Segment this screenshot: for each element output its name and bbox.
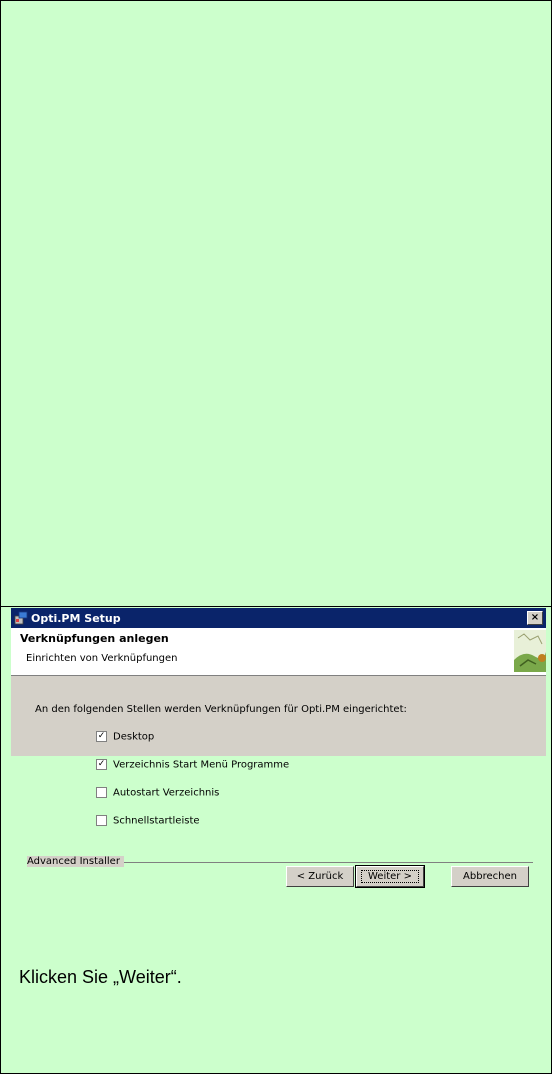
- option-label: Schnellstartleiste: [113, 815, 200, 827]
- checkbox-checked-icon[interactable]: ✓: [96, 759, 107, 770]
- window-title: Opti.PM Setup: [31, 612, 121, 625]
- banner-image-icon: [514, 630, 546, 672]
- page-frame: [0, 0, 552, 1074]
- next-button-label: Weiter >: [361, 870, 419, 883]
- header-title: Verknüpfungen anlegen: [20, 632, 169, 645]
- setup-dialog: Opti.PM Setup × Verknüpfungen anlegen Ei…: [11, 608, 546, 756]
- intro-text: An den folgenden Stellen werden Verknüpf…: [35, 704, 407, 715]
- option-autostart[interactable]: Autostart Verzeichnis: [96, 787, 219, 799]
- instruction-caption: Klicken Sie „Weiter“.: [19, 967, 182, 987]
- title-bar: Opti.PM Setup ×: [11, 608, 546, 628]
- checkbox-unchecked-icon[interactable]: [96, 787, 107, 798]
- divider: [0, 606, 552, 607]
- dialog-body: An den folgenden Stellen werden Verknüpf…: [11, 676, 546, 737]
- dialog-header: Verknüpfungen anlegen Einrichten von Ver…: [11, 628, 546, 676]
- next-button[interactable]: Weiter >: [355, 865, 425, 888]
- close-button[interactable]: ×: [527, 611, 543, 625]
- option-label: Autostart Verzeichnis: [113, 787, 220, 799]
- back-button[interactable]: < Zurück: [286, 866, 354, 887]
- installer-brand: Advanced Installer: [27, 856, 124, 867]
- option-startmenu[interactable]: ✓ Verzeichnis Start Menü Programme: [96, 759, 289, 771]
- header-subtitle: Einrichten von Verknüpfungen: [26, 653, 178, 664]
- installer-icon: [14, 611, 28, 625]
- option-label: Verzeichnis Start Menü Programme: [113, 759, 290, 771]
- checkbox-unchecked-icon[interactable]: [96, 815, 107, 826]
- cancel-button[interactable]: Abbrechen: [451, 866, 529, 887]
- option-quicklaunch[interactable]: Schnellstartleiste: [96, 815, 200, 827]
